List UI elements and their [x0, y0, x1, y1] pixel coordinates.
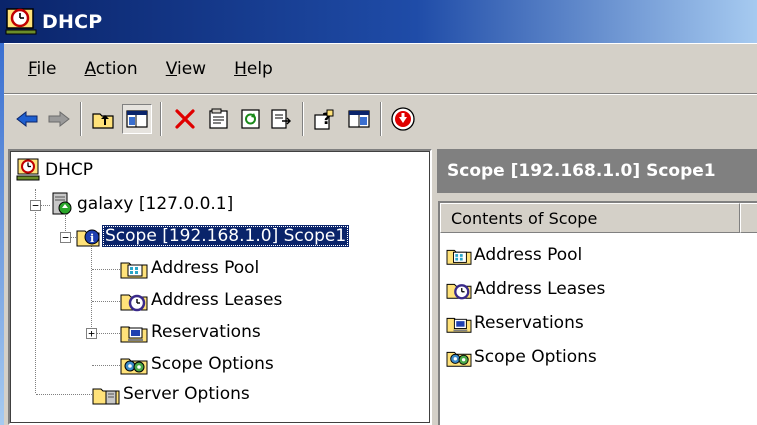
menu-bar: File Action View Help [4, 43, 757, 93]
tree-item-label: DHCP [45, 160, 93, 180]
tree-item-server[interactable]: galaxy [127.0.0.1] [50, 191, 236, 217]
column-header-extra[interactable] [740, 203, 757, 233]
tree-connector [92, 301, 120, 302]
toolbar-separator [160, 102, 162, 136]
tree-item-scope-options[interactable]: Scope Options [120, 351, 277, 377]
list-item-label: Scope Options [474, 347, 597, 367]
scope-options-icon [120, 358, 148, 375]
dhcp-clock-icon [5, 7, 37, 34]
menu-action[interactable]: Action [82, 55, 139, 83]
up-level-icon [92, 113, 114, 129]
menu-view[interactable]: View [164, 55, 208, 83]
details-pane: Scope [192.168.1.0] Scope1 Contents of S… [437, 149, 757, 425]
column-header-contents[interactable]: Contents of Scope [440, 203, 740, 233]
deactivate-button[interactable] [388, 104, 418, 134]
tree-item-server-options[interactable]: Server Options [92, 381, 253, 407]
show-hide-action-pane-button[interactable] [344, 104, 374, 134]
refresh-button[interactable] [236, 104, 266, 134]
help-icon: ? [314, 109, 334, 130]
details-pane-header: Scope [192.168.1.0] Scope1 [437, 149, 757, 193]
scope-options-icon [446, 351, 472, 367]
reservations-icon [120, 326, 148, 343]
tree-item-label: galaxy [127.0.0.1] [77, 194, 234, 214]
list-item-scope-options[interactable]: Scope Options [446, 343, 597, 371]
up-level-button[interactable] [88, 104, 118, 134]
tree-item-address-pool[interactable]: Address Pool [120, 255, 262, 281]
export-list-icon [271, 109, 291, 129]
tree-connector [35, 189, 36, 393]
tree-connector [36, 394, 92, 395]
tree-item-label: Scope [192.168.1.0] Scope1 [102, 225, 350, 247]
title-bar: DHCP [0, 0, 757, 43]
details-list[interactable]: Contents of Scope Address Pool Address L… [438, 201, 757, 425]
properties-icon [209, 108, 228, 129]
tree-item-scope[interactable]: i Scope [192.168.1.0] Scope1 [76, 223, 350, 249]
address-pool-icon [120, 262, 148, 279]
list-item-label: Address Pool [474, 245, 583, 265]
address-pool-icon [446, 249, 472, 265]
list-item-address-leases[interactable]: Address Leases [446, 275, 605, 303]
address-leases-icon [446, 283, 472, 300]
toolbar-separator [302, 102, 304, 136]
show-hide-tree-icon [126, 110, 148, 128]
deactivate-icon [391, 107, 415, 131]
tree-item-label: Address Pool [151, 258, 260, 278]
refresh-icon [241, 109, 260, 129]
menu-help[interactable]: Help [232, 55, 275, 83]
window-title: DHCP [42, 10, 103, 33]
scope-folder-info-icon: i [76, 229, 100, 247]
tree-item-label: Scope Options [151, 354, 274, 374]
tree-item-label: Server Options [123, 384, 250, 404]
properties-button[interactable] [204, 104, 234, 134]
show-hide-tree-button[interactable] [122, 104, 152, 134]
forward-button[interactable] [44, 104, 74, 134]
tree-item-dhcp[interactable]: DHCP [16, 157, 96, 183]
tree-item-label: Address Leases [151, 290, 283, 310]
export-list-button[interactable] [266, 104, 296, 134]
dhcp-clock-icon [16, 158, 40, 181]
show-hide-action-pane-icon [348, 110, 370, 128]
toolbar-separator [80, 102, 82, 136]
list-item-label: Address Leases [474, 279, 606, 299]
tree-item-reservations[interactable]: Reservations [120, 319, 264, 345]
back-button[interactable] [12, 104, 42, 134]
tree-connector [92, 365, 120, 366]
menu-file[interactable]: File [26, 55, 58, 83]
toolbar: ? [4, 93, 757, 143]
toolbar-separator [380, 102, 382, 136]
back-icon [16, 110, 38, 128]
list-item-label: Reservations [474, 313, 584, 333]
delete-button[interactable] [170, 104, 200, 134]
collapse-scope-toggle[interactable]: − [60, 232, 71, 243]
expand-reservations-toggle[interactable]: + [86, 328, 97, 339]
address-leases-icon [120, 294, 148, 312]
list-item-address-pool[interactable]: Address Pool [446, 241, 582, 269]
help-button[interactable]: ? [310, 104, 340, 134]
list-item-reservations[interactable]: Reservations [446, 309, 584, 337]
server-icon [52, 192, 72, 215]
tree-item-label: Reservations [151, 322, 261, 342]
console-tree[interactable]: − − + DHCP galaxy [127.0.0.1] i Scope [1… [8, 149, 432, 425]
delete-icon [175, 109, 195, 129]
tree-item-address-leases[interactable]: Address Leases [120, 287, 285, 313]
svg-text:i: i [90, 232, 94, 245]
forward-icon [48, 110, 70, 128]
server-options-icon [92, 388, 120, 405]
collapse-server-toggle[interactable]: − [30, 200, 41, 211]
reservations-icon [446, 317, 472, 333]
tree-connector [92, 269, 120, 270]
tree-connector [91, 243, 92, 337]
